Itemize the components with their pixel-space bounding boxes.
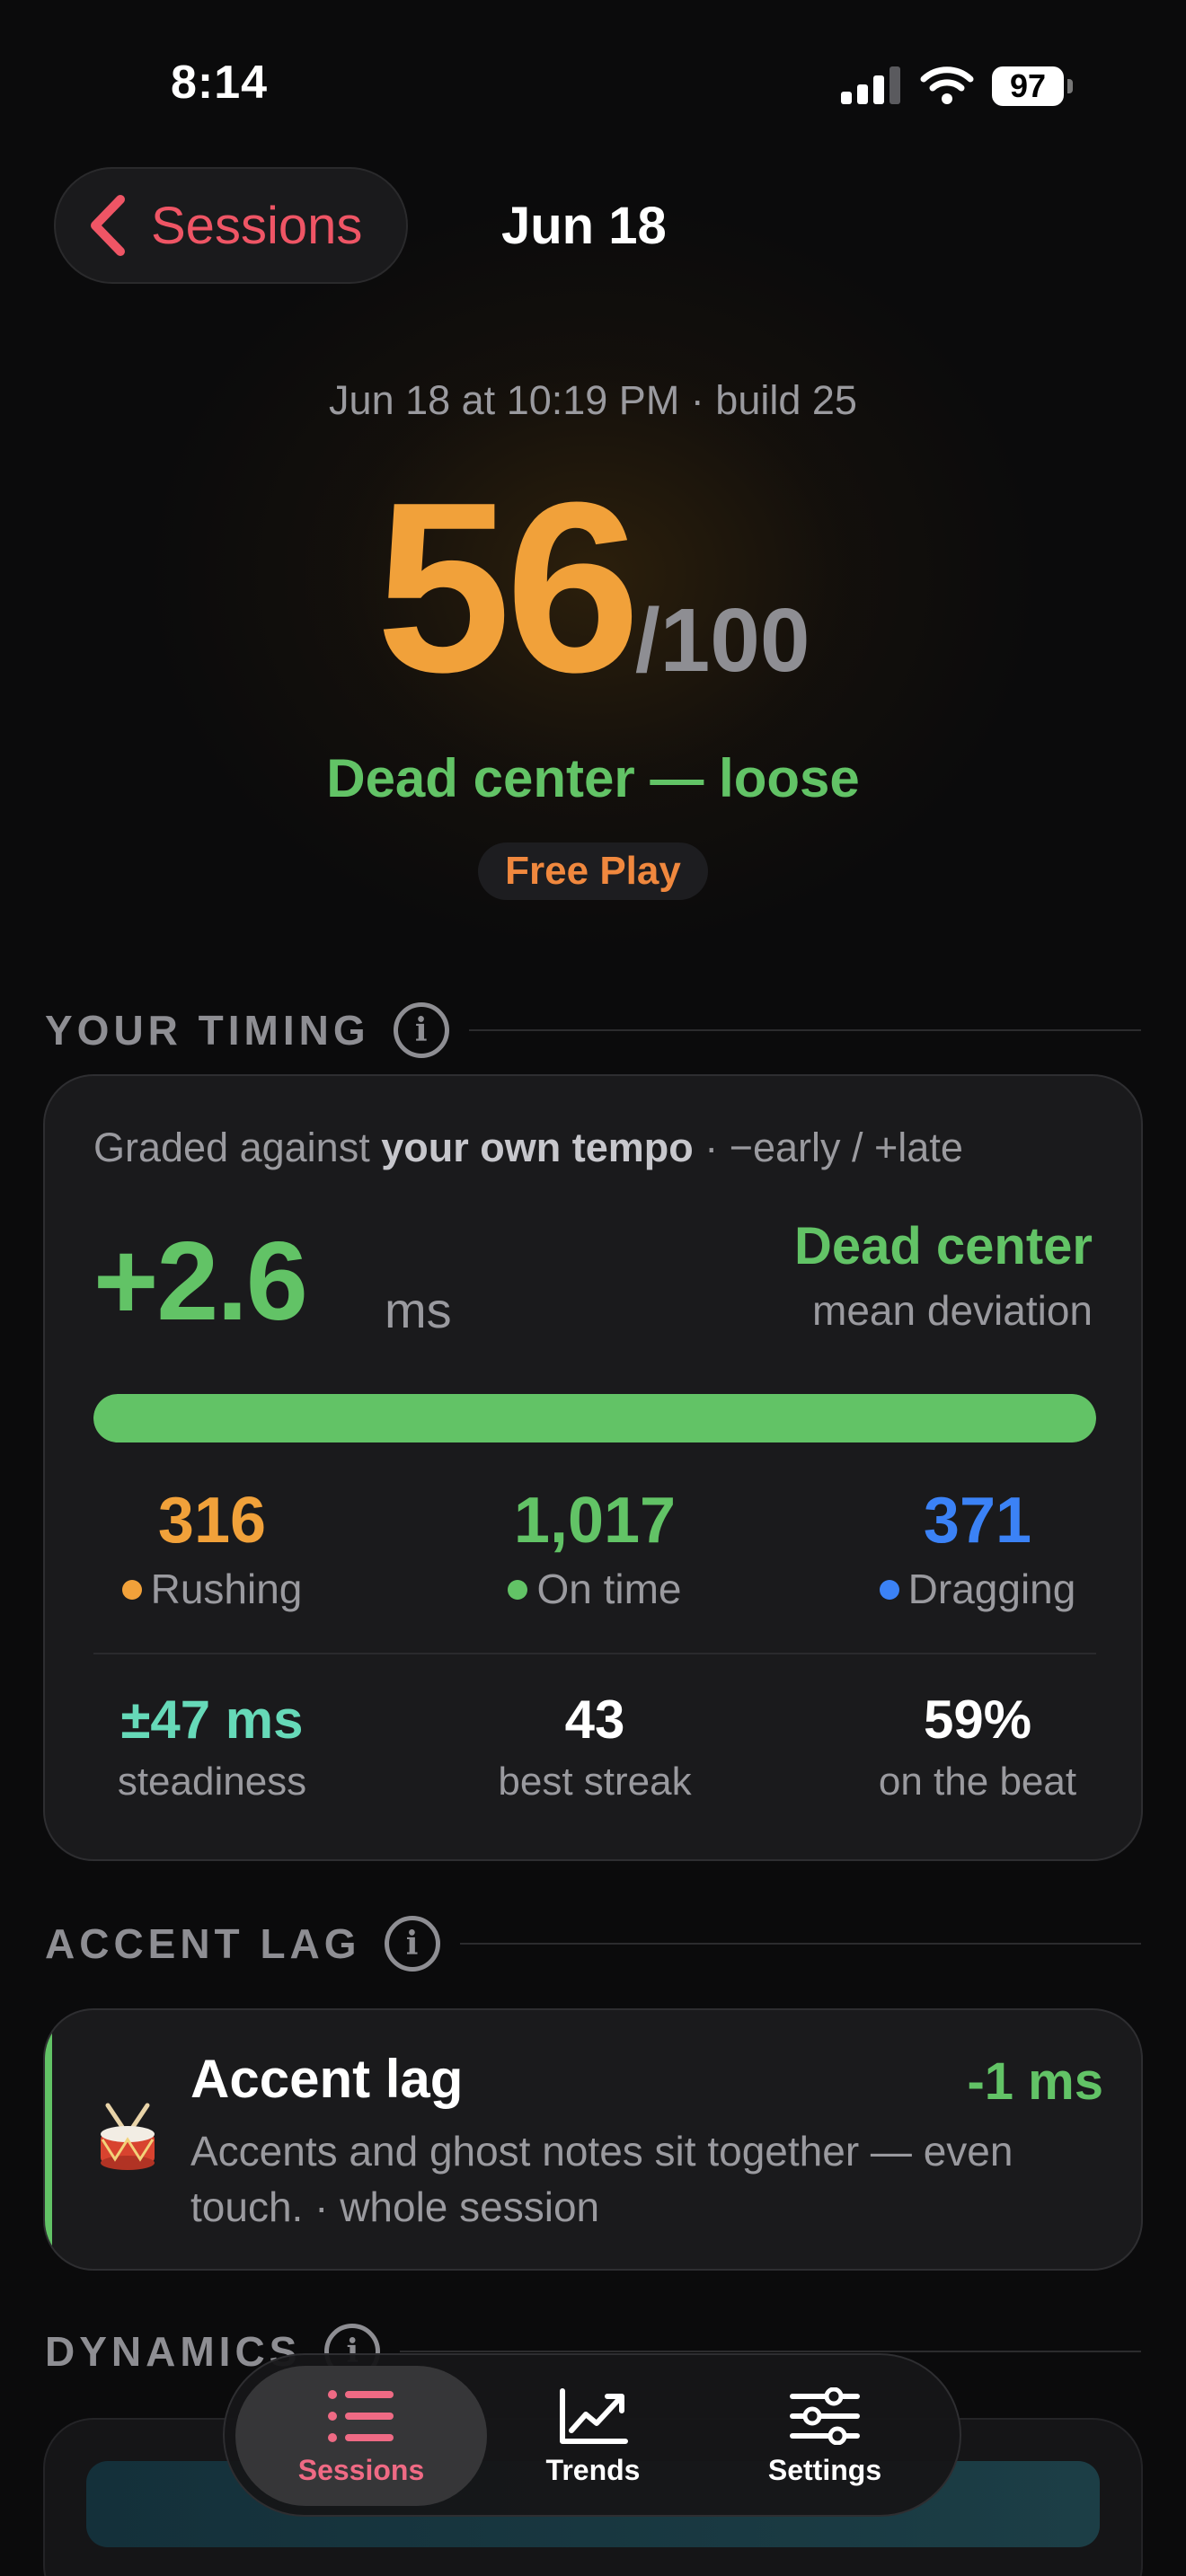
steadiness-stat: ±47 ms steadiness <box>45 1689 379 1804</box>
best-streak-label: best streak <box>498 1760 692 1804</box>
on-beat-label: on the beat <box>878 1760 1077 1804</box>
on-time-dot-icon <box>508 1580 528 1600</box>
dragging-dot-icon <box>879 1580 899 1600</box>
dragging-count: 371 <box>923 1485 1032 1557</box>
back-button-label: Sessions <box>151 196 363 255</box>
tab-settings[interactable]: Settings <box>699 2366 951 2506</box>
timing-card: Graded against your own tempo · −early /… <box>43 1074 1143 1861</box>
accent-lag-value: -1 ms <box>967 2052 1103 2111</box>
battery-level: 97 <box>992 66 1064 106</box>
accent-section-header: ACCENT LAG i <box>45 1915 1141 1972</box>
page-title: Jun 18 <box>501 197 667 255</box>
score-verdict: Dead center — loose <box>326 748 860 808</box>
best-streak-stat: 43 best streak <box>428 1689 762 1804</box>
status-time: 8:14 <box>171 57 269 109</box>
deviation-verdict: Dead center <box>793 1217 1093 1275</box>
section-title: ACCENT LAG <box>45 1920 361 1967</box>
deviation-caption: mean deviation <box>812 1287 1093 1334</box>
timing-section-header: YOUR TIMING i <box>45 1001 1141 1059</box>
wifi-icon <box>920 66 974 104</box>
steadiness-label: steadiness <box>117 1760 307 1804</box>
info-icon[interactable]: i <box>384 1916 440 1972</box>
battery-icon: 97 <box>992 66 1073 106</box>
sliders-icon <box>790 2387 860 2445</box>
tab-sessions[interactable]: Sessions <box>235 2366 487 2506</box>
rushing-stat: 316 Rushing <box>45 1484 379 1613</box>
info-icon[interactable]: i <box>393 1002 449 1058</box>
timing-bar-fill <box>93 1394 1096 1442</box>
accent-status-stripe <box>45 2010 52 2269</box>
mean-deviation-value: +2.6 <box>93 1220 308 1344</box>
steadiness-value: ±47 ms <box>120 1689 304 1750</box>
chevron-left-icon <box>91 195 125 256</box>
section-title: YOUR TIMING <box>45 1007 370 1054</box>
score-max: /100 <box>634 590 810 691</box>
back-button[interactable]: Sessions <box>54 167 408 284</box>
list-icon <box>328 2390 394 2442</box>
rushing-dot-icon <box>121 1580 142 1600</box>
trend-chart-icon <box>560 2388 628 2444</box>
drum-icon <box>101 2103 155 2170</box>
section-divider <box>400 2351 1141 2352</box>
dragging-label: Dragging <box>907 1566 1076 1612</box>
tab-label: Sessions <box>297 2454 425 2486</box>
tab-label: Trends <box>545 2454 641 2486</box>
tab-label: Settings <box>767 2454 882 2486</box>
grading-note: Graded against your own tempo · −early /… <box>93 1125 963 1170</box>
tab-bar: Sessions Trends Settings <box>223 2353 961 2517</box>
stats-divider <box>93 1653 1096 1654</box>
on-time-label: On time <box>536 1566 682 1612</box>
mode-badge: Free Play <box>478 842 708 900</box>
score-display: 56/100 <box>0 467 1186 710</box>
cellular-signal-icon <box>841 66 900 104</box>
section-divider <box>459 1943 1141 1945</box>
on-time-stat: 1,017 On time <box>428 1484 762 1613</box>
accent-lag-description: Accents and ghost notes sit together — e… <box>190 2128 1013 2230</box>
accent-lag-card[interactable]: Accent lag -1 ms Accents and ghost notes… <box>43 2008 1143 2271</box>
best-streak-value: 43 <box>564 1689 625 1750</box>
dragging-stat: 371 Dragging <box>810 1484 1145 1613</box>
section-divider <box>468 1029 1141 1031</box>
accent-lag-title: Accent lag <box>190 2049 464 2109</box>
session-timestamp: Jun 18 at 10:19 PM · build 25 <box>329 377 857 423</box>
on-time-count: 1,017 <box>513 1485 677 1557</box>
on-beat-stat: 59% on the beat <box>810 1689 1145 1804</box>
rushing-label: Rushing <box>150 1566 303 1612</box>
tab-trends[interactable]: Trends <box>489 2366 697 2506</box>
on-beat-value: 59% <box>923 1689 1032 1750</box>
mean-deviation-unit: ms <box>385 1282 452 1338</box>
score-value: 56 <box>376 453 641 723</box>
timing-bar <box>93 1394 1096 1442</box>
rushing-count: 316 <box>157 1485 267 1557</box>
